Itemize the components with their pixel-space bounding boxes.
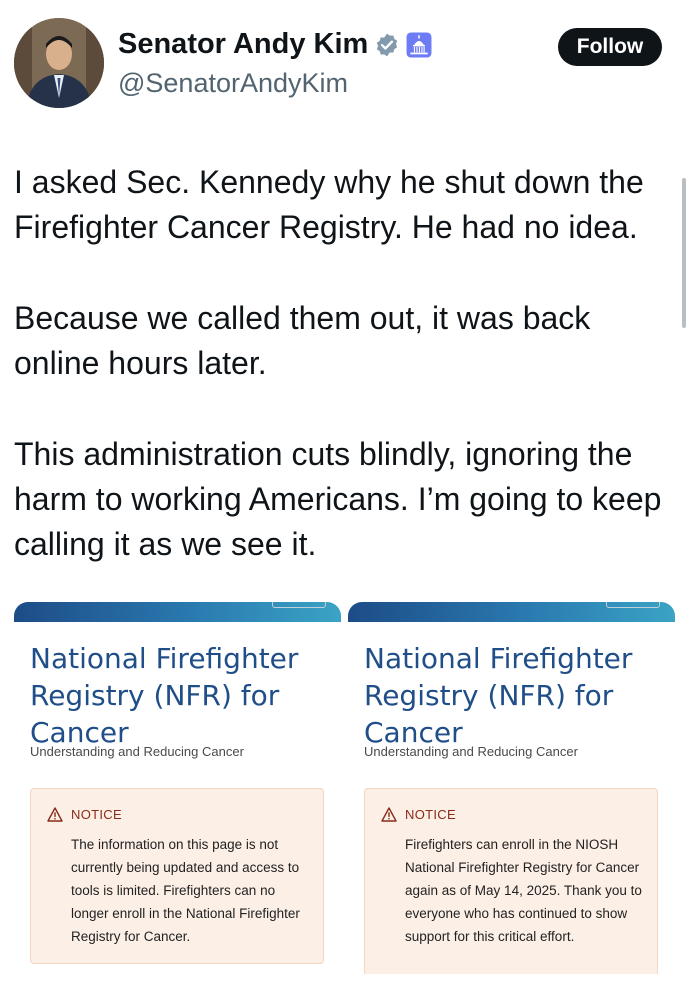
notice-text: Firefighters can enroll in the NIOSH Nat… [405,837,642,944]
tweet-paragraph: I asked Sec. Kennedy why he shut down th… [14,164,644,245]
nfr-page-title: National Firefighter Registry (NFR) for … [30,642,299,749]
menu-button-outline [272,602,326,608]
notice-label: NOTICE [71,807,122,822]
display-name[interactable]: Senator Andy Kim [118,28,368,61]
avatar-photo [14,18,104,108]
notice-label: NOTICE [405,807,456,822]
warning-icon [381,807,397,822]
notice-heading: NOTICE [381,807,456,822]
notice-text: The information on this page is not curr… [71,837,300,944]
verified-badge-icon [377,33,398,56]
nfr-subtitle: Understanding and Reducing Cancer [30,744,244,759]
notice-heading: NOTICE [47,807,122,822]
tweet-paragraph: Because we called them out, it was back … [14,300,591,381]
nfr-page-title: National Firefighter Registry (NFR) for … [364,642,633,749]
tweet-text: I asked Sec. Kennedy why he shut down th… [14,160,679,613]
notice-box: NOTICE The information on this page is n… [30,788,324,964]
menu-button-outline [606,602,660,608]
scrollbar[interactable] [682,178,686,328]
nfr-subtitle: Understanding and Reducing Cancer [364,744,578,759]
notice-box: NOTICE Firefighters can enroll in the NI… [364,788,658,974]
capitol-building-icon [406,32,432,57]
warning-icon [47,807,63,822]
user-handle[interactable]: @SenatorAndyKim [118,68,348,99]
attached-image-after[interactable]: National Firefighter Registry (NFR) for … [348,602,675,974]
attached-image-before[interactable]: National Firefighter Registry (NFR) for … [14,602,341,974]
follow-button[interactable]: Follow [558,28,662,66]
tweet-paragraph: This administration cuts blindly, ignori… [14,436,662,562]
avatar[interactable] [14,18,104,108]
display-name-row[interactable]: Senator Andy Kim [118,28,432,61]
